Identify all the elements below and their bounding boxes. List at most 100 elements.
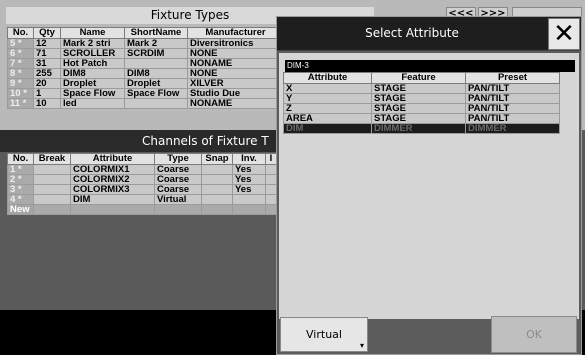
row-attribute[interactable]: AREA: [283, 113, 372, 124]
table-row[interactable]: 2 * COLORMIX2 Coarse Yes: [7, 174, 277, 185]
col-header-preset[interactable]: Preset: [465, 72, 560, 84]
row-type[interactable]: Coarse: [154, 174, 202, 185]
row-feature[interactable]: STAGE: [371, 83, 466, 94]
table-row[interactable]: 7 * 31 Hot Patch NONAME: [7, 58, 284, 69]
new-row-cell[interactable]: [70, 204, 155, 215]
row-shortname[interactable]: DIM8: [124, 68, 188, 79]
row-break[interactable]: [33, 174, 71, 185]
row-attribute[interactable]: COLORMIX1: [70, 164, 155, 175]
col-header-attribute[interactable]: Attribute: [70, 153, 155, 165]
new-row-cell[interactable]: [154, 204, 202, 215]
row-qty[interactable]: 71: [33, 48, 61, 59]
row-qty[interactable]: 1: [33, 88, 61, 99]
row-feature[interactable]: STAGE: [371, 113, 466, 124]
table-row[interactable]: 11 * 10 led NONAME: [7, 98, 284, 109]
row-qty[interactable]: 20: [33, 78, 61, 89]
col-header-name[interactable]: Name: [60, 27, 125, 39]
table-row[interactable]: 1 * COLORMIX1 Coarse Yes: [7, 164, 277, 175]
row-manufacturer[interactable]: XILVER: [187, 78, 284, 89]
row-inv[interactable]: [232, 194, 266, 205]
col-header-type[interactable]: Type: [154, 153, 202, 165]
row-break[interactable]: [33, 194, 71, 205]
table-row[interactable]: 6 * 71 SCROLLER SCRDIM NONE: [7, 48, 284, 59]
new-row-label[interactable]: New: [7, 204, 34, 215]
row-extra[interactable]: [265, 194, 277, 205]
col-header-shortname[interactable]: ShortName: [124, 27, 188, 39]
row-name[interactable]: Mark 2 stri: [60, 38, 125, 49]
row-attribute[interactable]: X: [283, 83, 372, 94]
row-extra[interactable]: [265, 174, 277, 185]
table-row[interactable]: 8 * 255 DIM8 DIM8 NONE: [7, 68, 284, 79]
row-preset[interactable]: PAN/TILT: [465, 93, 560, 104]
row-break[interactable]: [33, 164, 71, 175]
table-row[interactable]: 3 * COLORMIX3 Coarse Yes: [7, 184, 277, 195]
row-type[interactable]: Coarse: [154, 164, 202, 175]
row-name[interactable]: SCROLLER: [60, 48, 125, 59]
table-row[interactable]: X STAGE PAN/TILT: [283, 83, 560, 94]
new-row-cell[interactable]: [33, 204, 71, 215]
row-feature[interactable]: DIMMER: [371, 123, 466, 134]
row-feature[interactable]: STAGE: [371, 93, 466, 104]
col-header-no[interactable]: No.: [7, 27, 34, 39]
row-inv[interactable]: Yes: [232, 174, 266, 185]
col-header-feature[interactable]: Feature: [371, 72, 466, 84]
col-header-snap[interactable]: Snap: [201, 153, 233, 165]
new-row-cell[interactable]: [201, 204, 233, 215]
row-qty[interactable]: 255: [33, 68, 61, 79]
row-inv[interactable]: Yes: [232, 184, 266, 195]
row-type[interactable]: Coarse: [154, 184, 202, 195]
row-preset[interactable]: PAN/TILT: [465, 113, 560, 124]
row-manufacturer[interactable]: NONAME: [187, 58, 284, 69]
row-attribute[interactable]: DIM: [70, 194, 155, 205]
row-qty[interactable]: 10: [33, 98, 61, 109]
row-shortname[interactable]: Mark 2: [124, 38, 188, 49]
col-header-inv[interactable]: Inv.: [232, 153, 266, 165]
col-header-attribute[interactable]: Attribute: [283, 72, 372, 84]
row-manufacturer[interactable]: NONE: [187, 48, 284, 59]
row-preset[interactable]: DIMMER: [465, 123, 560, 134]
row-break[interactable]: [33, 184, 71, 195]
row-type[interactable]: Virtual: [154, 194, 202, 205]
col-header-break[interactable]: Break: [33, 153, 71, 165]
row-manufacturer[interactable]: NONE: [187, 68, 284, 79]
row-manufacturer[interactable]: NONAME: [187, 98, 284, 109]
row-attribute[interactable]: COLORMIX2: [70, 174, 155, 185]
row-name[interactable]: Hot Patch: [60, 58, 125, 69]
table-row[interactable]: 4 * DIM Virtual: [7, 194, 277, 205]
row-qty[interactable]: 12: [33, 38, 61, 49]
row-preset[interactable]: PAN/TILT: [465, 103, 560, 114]
row-name[interactable]: DIM8: [60, 68, 125, 79]
row-shortname[interactable]: Space Flow: [124, 88, 188, 99]
table-row[interactable]: Y STAGE PAN/TILT: [283, 93, 560, 104]
row-shortname[interactable]: [124, 98, 188, 109]
ok-button[interactable]: OK: [491, 316, 577, 353]
row-shortname[interactable]: Droplet: [124, 78, 188, 89]
row-attribute[interactable]: Y: [283, 93, 372, 104]
table-row[interactable]: 5 * 12 Mark 2 stri Mark 2 Diversitronics: [7, 38, 284, 49]
row-name[interactable]: Space Flow: [60, 88, 125, 99]
col-header-extra[interactable]: I: [265, 153, 277, 165]
row-attribute[interactable]: Z: [283, 103, 372, 114]
new-row-cell[interactable]: [265, 204, 277, 215]
row-snap[interactable]: [201, 194, 233, 205]
row-preset[interactable]: PAN/TILT: [465, 83, 560, 94]
row-snap[interactable]: [201, 184, 233, 195]
row-inv[interactable]: Yes: [232, 164, 266, 175]
row-qty[interactable]: 31: [33, 58, 61, 69]
attribute-filter-input[interactable]: DIM-3: [285, 60, 575, 72]
row-attribute[interactable]: DIM: [283, 123, 372, 134]
row-extra[interactable]: [265, 184, 277, 195]
table-row[interactable]: AREA STAGE PAN/TILT: [283, 113, 560, 124]
table-row-selected[interactable]: DIM DIMMER DIMMER: [283, 123, 560, 134]
row-shortname[interactable]: SCRDIM: [124, 48, 188, 59]
row-name[interactable]: led: [60, 98, 125, 109]
row-name[interactable]: Droplet: [60, 78, 125, 89]
row-snap[interactable]: [201, 174, 233, 185]
row-attribute[interactable]: COLORMIX3: [70, 184, 155, 195]
table-row[interactable]: 10 * 1 Space Flow Space Flow Studio Due: [7, 88, 284, 99]
row-snap[interactable]: [201, 164, 233, 175]
row-manufacturer[interactable]: Studio Due: [187, 88, 284, 99]
col-header-qty[interactable]: Qty: [33, 27, 61, 39]
table-row[interactable]: Z STAGE PAN/TILT: [283, 103, 560, 114]
table-row[interactable]: 9 * 20 Droplet Droplet XILVER: [7, 78, 284, 89]
